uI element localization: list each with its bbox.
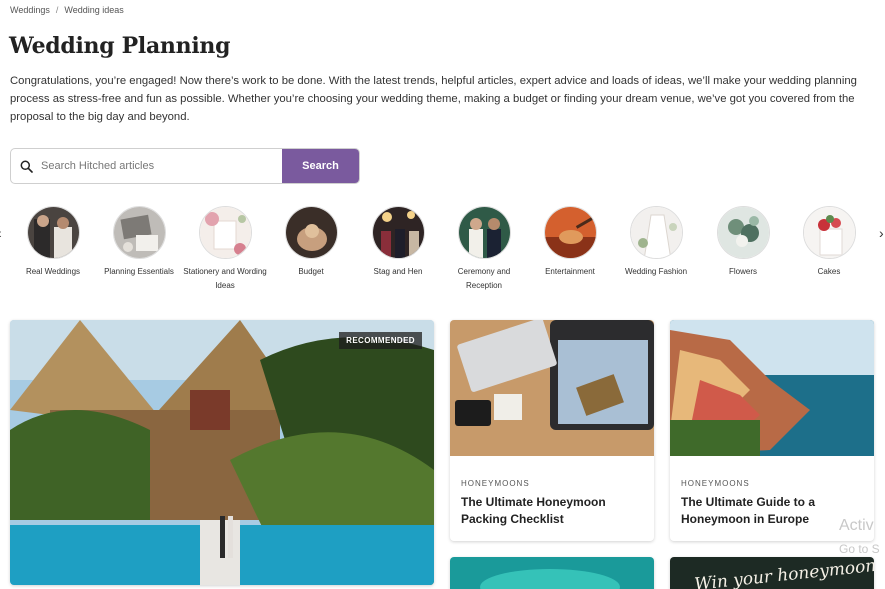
page-intro: Congratulations, you’re engaged! Now the… (10, 75, 857, 123)
category-image (112, 206, 166, 259)
category-label: Budget (298, 267, 324, 276)
windows-activation-watermark-sub: Go to S (839, 542, 880, 556)
featured-article-image (10, 320, 434, 585)
category-entertainment[interactable]: Entertainment (527, 203, 613, 279)
category-stationery[interactable]: Stationery and Wording Ideas (182, 203, 268, 293)
article-card-partial[interactable] (450, 557, 654, 589)
category-cakes[interactable]: Cakes (786, 203, 872, 279)
category-image (26, 206, 80, 259)
page-title: Wedding Planning (9, 33, 231, 59)
article-card[interactable]: HONEYMOONS The Ultimate Guide to a Honey… (670, 320, 874, 541)
category-ceremony-and-reception[interactable]: Ceremony and Reception (441, 203, 527, 293)
category-label: Ceremony and Reception (457, 267, 511, 290)
chevron-right-icon[interactable]: › (879, 225, 884, 241)
category-image (371, 206, 425, 259)
category-label: Entertainment (545, 267, 595, 276)
breadcrumb-item-weddings[interactable]: Weddings (10, 5, 50, 15)
category-image (802, 206, 856, 259)
breadcrumb: Weddings / Wedding ideas (10, 5, 124, 15)
category-image (457, 206, 511, 259)
category-label: Real Weddings (25, 267, 81, 276)
category-label: Cakes (817, 267, 841, 276)
windows-activation-watermark: Activ (839, 517, 874, 534)
search-button[interactable]: Search (282, 149, 359, 183)
category-label: Planning Essentials (104, 267, 174, 276)
article-title[interactable]: The Ultimate Honeymoon Packing Checklist (461, 494, 643, 528)
category-stag-and-hen[interactable]: Stag and Hen (355, 203, 441, 279)
category-image (198, 206, 252, 259)
category-image (284, 206, 338, 259)
breadcrumb-separator: / (55, 5, 59, 15)
category-image (543, 206, 597, 259)
chevron-left-icon[interactable]: ‹ (0, 225, 2, 241)
article-title[interactable]: The Ultimate Guide to a Honeymoon in Eur… (681, 494, 863, 528)
article-card[interactable]: HONEYMOONS The Ultimate Honeymoon Packin… (450, 320, 654, 541)
featured-article-card[interactable]: RECOMMENDED (10, 320, 434, 585)
breadcrumb-item-wedding-ideas[interactable]: Wedding ideas (64, 5, 123, 15)
category-label: Stag and Hen (373, 267, 423, 276)
category-flowers[interactable]: Flowers (700, 203, 786, 279)
search-icon (11, 149, 41, 183)
article-card-image (450, 557, 654, 589)
category-carousel: ‹ Real Weddings Planning Essentials Stat… (0, 203, 885, 298)
promo-text: Win your honeymoon! (693, 557, 874, 589)
recommended-badge: RECOMMENDED (339, 332, 422, 349)
category-planning-essentials[interactable]: Planning Essentials (96, 203, 182, 279)
article-card-partial[interactable]: Win your honeymoon! (670, 557, 874, 589)
article-category: HONEYMOONS (461, 479, 530, 488)
category-label: Stationery and Wording Ideas (183, 267, 267, 290)
article-card-image (670, 320, 874, 456)
search-input[interactable] (41, 149, 282, 183)
category-wedding-fashion[interactable]: Wedding Fashion (613, 203, 699, 279)
search-bar: Search (10, 148, 360, 184)
category-budget[interactable]: Budget (268, 203, 354, 279)
category-image (716, 206, 770, 259)
category-real-weddings[interactable]: Real Weddings (10, 203, 96, 279)
category-label: Wedding Fashion (624, 267, 688, 276)
article-category: HONEYMOONS (681, 479, 750, 488)
category-image (629, 206, 683, 259)
category-label: Flowers (728, 267, 757, 276)
article-card-image (450, 320, 654, 456)
